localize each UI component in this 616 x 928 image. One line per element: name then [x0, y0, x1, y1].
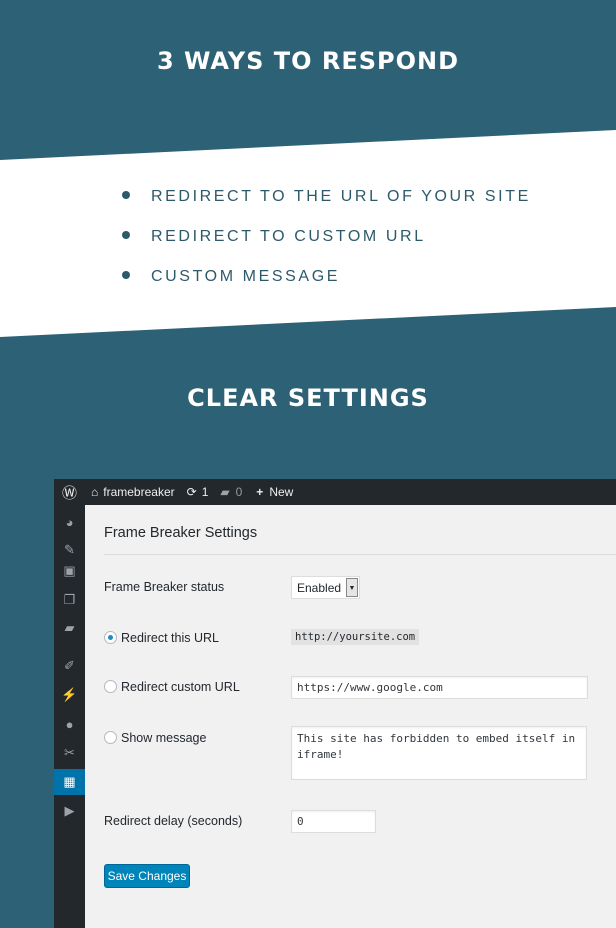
bullet-icon [122, 230, 130, 239]
bullet-icon [122, 190, 130, 199]
plugins-icon[interactable]: ⚡ [54, 685, 85, 705]
updates-link[interactable]: ⟳ 1 [187, 485, 209, 499]
pin-icon[interactable]: ✎ [54, 540, 85, 560]
site-url-code: http://yoursite.com [291, 629, 420, 645]
feature-item: REDIRECT TO CUSTOM URL [122, 228, 426, 246]
tools-icon[interactable]: ✂ [54, 743, 85, 763]
dashboard-icon[interactable]: ◕ [54, 512, 85, 532]
redirect-this-radio[interactable] [104, 631, 117, 644]
feature-item: CUSTOM MESSAGE [122, 268, 340, 286]
admin-bar: Ⓦ ⌂ framebreaker ⟳ 1 ▰ 0 + New [54, 479, 616, 505]
section-title: CLEAR SETTINGS [187, 384, 429, 412]
redirect-this-label: Redirect this URL [121, 631, 219, 645]
status-label: Frame Breaker status [104, 580, 225, 594]
plus-icon: + [256, 485, 264, 499]
new-link[interactable]: + New [256, 485, 293, 499]
bullet-icon [122, 270, 130, 279]
appearance-icon[interactable]: ✐ [54, 656, 85, 676]
feature-item: REDIRECT TO THE URL OF YOUR SITE [122, 188, 531, 206]
wordpress-admin-screenshot: Ⓦ ⌂ framebreaker ⟳ 1 ▰ 0 + New ◕ ✎ ▣ ❐ ▰ ✐ ⚡… [54, 479, 616, 928]
show-message-label: Show message [121, 731, 207, 745]
comment-icon: ▰ [220, 485, 230, 499]
site-link[interactable]: ⌂ framebreaker [91, 485, 175, 499]
delay-label: Redirect delay (seconds) [104, 814, 243, 828]
updates-icon: ⟳ [186, 485, 197, 499]
save-changes-button[interactable]: Save Changes [104, 864, 190, 888]
show-message-radio[interactable] [104, 731, 117, 744]
play-icon[interactable]: ▶ [54, 801, 85, 821]
redirect-custom-radio[interactable] [104, 680, 117, 693]
redirect-custom-label: Redirect custom URL [121, 680, 240, 694]
page-title: Frame Breaker Settings [104, 525, 258, 541]
message-textarea[interactable]: This site has forbidden to embed itself … [291, 726, 587, 780]
wordpress-logo-icon[interactable]: Ⓦ [54, 482, 85, 503]
divider [104, 554, 616, 555]
settings-icon[interactable]: ▦ [54, 769, 85, 795]
chevron-down-icon: ▼ [346, 578, 358, 597]
status-select[interactable]: Enabled ▼ [291, 576, 360, 599]
admin-sidebar: ◕ ✎ ▣ ❐ ▰ ✐ ⚡ ● ✂ ▦ ▶ [54, 505, 85, 928]
delay-input[interactable]: 0 [291, 810, 376, 833]
users-icon[interactable]: ● [54, 714, 85, 734]
hero-title: 3 WAYS TO RESPOND [156, 47, 460, 75]
media-icon[interactable]: ▣ [54, 561, 85, 581]
comments-icon[interactable]: ▰ [54, 618, 85, 638]
comments-link[interactable]: ▰ 0 [220, 485, 242, 499]
custom-url-input[interactable]: https://www.google.com [291, 676, 588, 699]
home-icon: ⌂ [91, 485, 99, 499]
pages-icon[interactable]: ❐ [54, 590, 85, 610]
